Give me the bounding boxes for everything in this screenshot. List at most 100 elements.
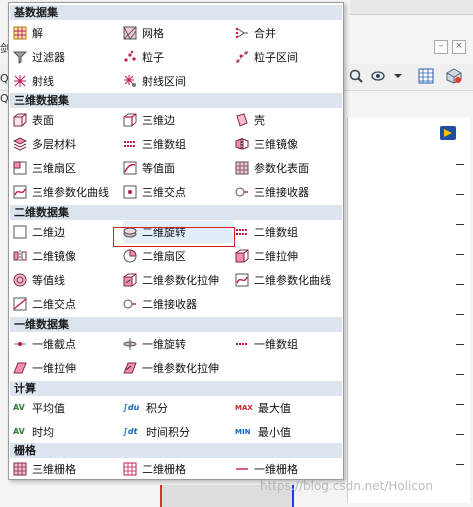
menu-item-particle-bin[interactable]: 粒子区间 bbox=[235, 46, 343, 68]
menu-item-label: 平均值 bbox=[32, 402, 65, 415]
parametric-curve-3d-icon bbox=[13, 185, 27, 199]
zoom-extents-icon[interactable] bbox=[348, 68, 364, 84]
menu-item-integration[interactable]: ∫du 积分 bbox=[123, 397, 233, 419]
shell-icon bbox=[236, 113, 248, 127]
parametric-curve-2d-icon bbox=[235, 273, 249, 287]
table-icon[interactable] bbox=[418, 68, 434, 84]
menu-item-minimum[interactable]: MIN 最小值 bbox=[235, 421, 343, 443]
menu-item-parametric-extrusion-1d[interactable]: 一维参数化拉伸 bbox=[123, 357, 233, 379]
menu-item-parametric-curve-2d[interactable]: 二维参数化曲线 bbox=[235, 269, 343, 291]
join-icon bbox=[235, 27, 248, 39]
section-header-base: 基数据集 bbox=[10, 5, 342, 20]
menu-item-sector-2d[interactable]: 二维扇区 bbox=[123, 245, 233, 267]
menu-item-label: 积分 bbox=[146, 402, 168, 415]
menu-item-grid-3d[interactable]: 三维栅格 bbox=[13, 458, 121, 480]
minimize-icon[interactable]: – bbox=[434, 40, 448, 54]
layered-material-icon bbox=[13, 137, 27, 151]
menu-item-isosurface[interactable]: 等值面 bbox=[123, 157, 233, 179]
menu-item-solution[interactable]: 解 bbox=[13, 22, 121, 44]
menu-item-edge-2d[interactable]: 二维边 bbox=[13, 221, 121, 243]
menu-item-isoline[interactable]: 等值线 bbox=[13, 269, 121, 291]
menu-item-surface[interactable]: 表面 bbox=[13, 109, 121, 131]
mirror-2d-icon bbox=[13, 250, 27, 262]
menu-item-parametric-curve-3d[interactable]: 三维参数化曲线 bbox=[13, 181, 121, 203]
menu-item-revolution-2d[interactable]: 二维旋转 bbox=[123, 221, 233, 243]
menu-item-label: 等值面 bbox=[142, 162, 175, 175]
menu-item-sector-3d[interactable]: 三维扇区 bbox=[13, 157, 121, 179]
time-integration-icon: ∫dt bbox=[123, 427, 138, 436]
menu-item-label: 一维旋转 bbox=[142, 338, 186, 351]
close-icon[interactable]: × bbox=[452, 40, 466, 54]
menu-item-grid-2d[interactable]: 二维栅格 bbox=[123, 458, 233, 480]
section-header-derived: 计算 bbox=[10, 381, 342, 396]
grid-1d-icon bbox=[236, 468, 248, 470]
menu-item-revolution-1d[interactable]: 一维旋转 bbox=[123, 333, 233, 355]
menu-item-mirror-2d[interactable]: 二维镜像 bbox=[13, 245, 121, 267]
sector-3d-icon bbox=[13, 161, 27, 175]
mirror-3d-icon bbox=[235, 138, 249, 150]
view-icon[interactable] bbox=[370, 68, 386, 84]
menu-item-maximum[interactable]: MAX 最大值 bbox=[235, 397, 343, 419]
menu-item-label: 二维参数化曲线 bbox=[254, 274, 331, 287]
menu-item-time-integration[interactable]: ∫dt 时间积分 bbox=[123, 421, 233, 443]
average-icon: AV bbox=[13, 403, 25, 412]
menu-item-label: 二维接收器 bbox=[142, 298, 197, 311]
menu-item-particle[interactable]: 粒子 bbox=[123, 46, 233, 68]
graphics-canvas[interactable] bbox=[347, 118, 470, 503]
menu-item-ray[interactable]: 射线 bbox=[13, 70, 121, 92]
parametric-extrusion-1d-icon bbox=[123, 362, 137, 374]
menu-item-label: 射线 bbox=[32, 75, 54, 88]
menu-item-parametric-surface[interactable]: 参数化表面 bbox=[235, 157, 343, 179]
menu-item-mirror-3d[interactable]: 三维镜像 bbox=[235, 133, 343, 155]
menu-item-array-3d[interactable]: 三维数组 bbox=[123, 133, 233, 155]
menu-item-array-1d[interactable]: 一维数组 bbox=[235, 333, 343, 355]
menu-item-grid-1d[interactable]: 一维栅格 bbox=[235, 458, 343, 480]
menu-item-intersection-2d[interactable]: 二维交点 bbox=[13, 293, 121, 315]
edge-3d-icon bbox=[123, 113, 137, 127]
receiver-3d-icon bbox=[235, 187, 248, 197]
receiver-2d-icon bbox=[123, 299, 136, 309]
extrusion-2d-icon bbox=[235, 249, 249, 263]
time-average-icon: AV bbox=[13, 427, 25, 436]
menu-item-label: 表面 bbox=[32, 114, 54, 127]
menu-item-extrusion-2d[interactable]: 二维拉伸 bbox=[235, 245, 343, 267]
menu-item-shell[interactable]: 壳 bbox=[235, 109, 343, 131]
menu-item-mesh[interactable]: 网格 bbox=[123, 22, 233, 44]
menu-item-label: 粒子区间 bbox=[254, 51, 298, 64]
cut-point-1d-icon bbox=[14, 342, 26, 346]
menu-item-label: 三维参数化曲线 bbox=[32, 186, 109, 199]
menu-item-extrusion-1d[interactable]: 一维拉伸 bbox=[13, 357, 121, 379]
menu-item-label: 三维接收器 bbox=[254, 186, 309, 199]
cube-icon[interactable] bbox=[446, 68, 462, 84]
parametric-surface-icon bbox=[235, 161, 249, 175]
menu-item-layered-material[interactable]: 多层材料 bbox=[13, 133, 121, 155]
mesh-icon bbox=[123, 26, 137, 40]
menu-item-average[interactable]: AV 平均值 bbox=[13, 397, 121, 419]
intersection-2d-icon bbox=[13, 297, 27, 311]
menu-item-cut-point-1d[interactable]: 一维截点 bbox=[13, 333, 121, 355]
menu-item-time-average[interactable]: AV 时均 bbox=[13, 421, 121, 443]
menu-item-label: 合并 bbox=[254, 27, 276, 40]
menu-item-label: 壳 bbox=[254, 114, 265, 127]
array-2d-icon bbox=[236, 229, 248, 235]
menu-item-edge-3d[interactable]: 三维边 bbox=[123, 109, 233, 131]
menu-item-filter[interactable]: 过滤器 bbox=[13, 46, 121, 68]
menu-item-intersection-3d[interactable]: 三维交点 bbox=[123, 181, 233, 203]
menu-item-label: 二维交点 bbox=[32, 298, 76, 311]
data-set-menu: 基数据集 解 网格 合并 过滤器 粒子 粒子区间 射线 射线区间 三维数据集 表… bbox=[8, 2, 344, 480]
minimum-icon: MIN bbox=[235, 428, 251, 436]
menu-item-label: 参数化表面 bbox=[254, 162, 309, 175]
menu-item-receiver-2d[interactable]: 二维接收器 bbox=[123, 293, 233, 315]
isosurface-icon bbox=[123, 161, 137, 175]
logo-icon bbox=[440, 126, 456, 140]
chevron-down-icon[interactable] bbox=[390, 68, 406, 84]
menu-item-ray-bin[interactable]: 射线区间 bbox=[123, 70, 233, 92]
intersection-3d-icon bbox=[123, 185, 137, 199]
menu-item-parametric-extrusion-2d[interactable]: 二维参数化拉伸 bbox=[123, 269, 233, 291]
menu-item-label: 一维截点 bbox=[32, 338, 76, 351]
menu-item-array-2d[interactable]: 二维数组 bbox=[235, 221, 343, 243]
menu-item-receiver-3d[interactable]: 三维接收器 bbox=[235, 181, 343, 203]
menu-item-join[interactable]: 合并 bbox=[235, 22, 343, 44]
menu-item-label: 三维交点 bbox=[142, 186, 186, 199]
menu-item-label: 三维数组 bbox=[142, 138, 186, 151]
